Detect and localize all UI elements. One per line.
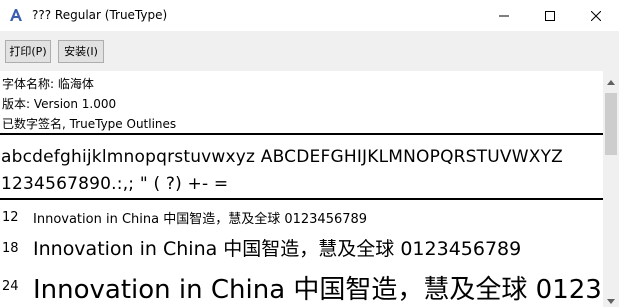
size-samples: 12 Innovation in China 中国智造，慧及全球 0123456… [0, 200, 603, 307]
scroll-up-button[interactable] [603, 71, 619, 88]
window-title: ??? Regular (TrueType) [32, 8, 168, 22]
font-version-label: 版本: Version 1.000 [2, 97, 117, 111]
chevron-down-icon [607, 289, 615, 308]
close-button[interactable] [573, 0, 619, 31]
minimize-icon [499, 11, 509, 21]
maximize-button[interactable] [527, 0, 573, 31]
toolbar: 打印(P) 安装(I) [0, 31, 619, 71]
sample-text: Innovation in China 中国智造，慧及全球 0123456789 [33, 212, 368, 227]
sample-size: 24 [2, 279, 19, 294]
minimize-button[interactable] [481, 0, 527, 31]
install-button[interactable]: 安装(I) [58, 40, 104, 63]
scrollbar-thumb[interactable] [605, 93, 617, 155]
font-signature-label: 已数字签名, TrueType Outlines [2, 117, 177, 131]
charset-digits: 1234567890.:,; " ( ?) +- = [1, 174, 229, 194]
charset-letters: abcdefghijklmnopqrstuvwxyz ABCDEFGHIJKLM… [1, 147, 564, 167]
character-set-preview: abcdefghijklmnopqrstuvwxyz ABCDEFGHIJKLM… [0, 135, 603, 198]
font-app-icon [8, 7, 24, 23]
vertical-scrollbar[interactable] [603, 71, 619, 307]
sample-size: 12 [2, 210, 19, 225]
close-icon [591, 10, 601, 21]
title-bar: ??? Regular (TrueType) [0, 0, 619, 31]
scroll-down-button[interactable] [603, 290, 619, 307]
font-name-label: 字体名称: 临海体 [2, 77, 94, 91]
maximize-icon [545, 10, 555, 21]
sample-size: 18 [2, 241, 19, 256]
sample-text: Innovation in China 中国智造，慧及全球 0123456789 [33, 238, 522, 260]
chevron-up-icon [607, 70, 615, 89]
font-info-panel: 字体名称: 临海体 版本: Version 1.000 已数字签名, TrueT… [0, 71, 603, 133]
sample-text: Innovation in China 中国智造，慧及全球 0123456789 [33, 275, 603, 305]
print-button[interactable]: 打印(P) [5, 40, 51, 63]
